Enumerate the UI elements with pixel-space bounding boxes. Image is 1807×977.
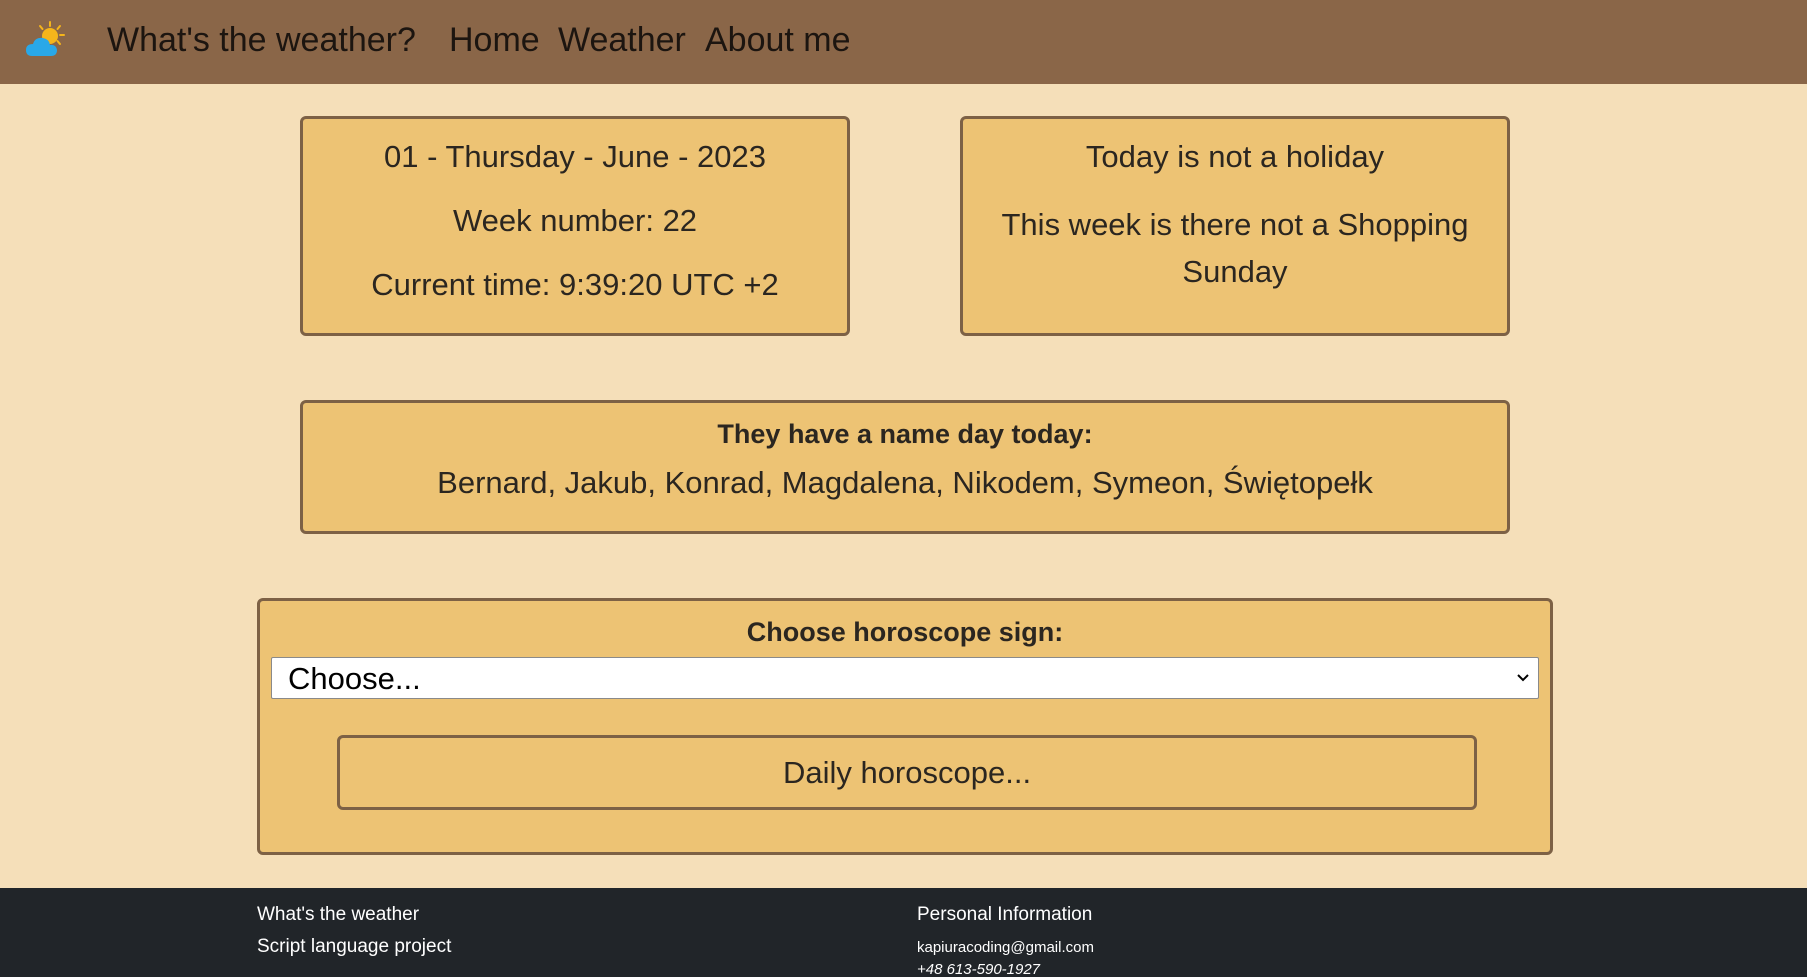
holiday-card: Today is not a holiday This week is ther… [960,116,1510,336]
name-day-title: They have a name day today: [717,419,1093,449]
sun-behind-cloud-icon[interactable] [24,20,70,60]
footer-email-link[interactable]: kapiuracoding@gmail.com [917,938,1094,958]
chevron-down-icon [1516,670,1530,684]
shopping-sunday-status: This week is there not a Shopping Sunday [1001,207,1469,289]
week-number: Week number: 22 [452,203,698,238]
date-card: 01 - Thursday - June - 2023 Week number:… [300,116,850,336]
brand-title[interactable]: What's the weather? [107,20,416,60]
footer: What's the weather Script language proje… [0,888,1807,977]
horoscope-select-value: Choose... [288,661,421,696]
horoscope-card: Choose horoscope sign: Choose... Daily h… [257,598,1553,855]
footer-project-info: What's the weather Script language proje… [257,902,451,960]
current-date: 01 - Thursday - June - 2023 [384,139,766,174]
horoscope-sign-select[interactable]: Choose... [271,657,1539,699]
footer-personal-title: Personal Information [917,904,1093,925]
holiday-status: Today is not a holiday [1085,139,1385,174]
daily-horoscope-button[interactable]: Daily horoscope... [337,735,1477,810]
nav-link-weather[interactable]: Weather [558,20,686,60]
footer-personal-info: Personal Information kapiuracoding@gmail… [917,902,1094,977]
nav-link-home[interactable]: Home [449,20,540,60]
current-time: Current time: 9:39:20 UTC +2 [371,267,779,302]
footer-phone: +48 613-590-1927 [917,961,1041,977]
horoscope-title: Choose horoscope sign: [746,617,1064,647]
nav-link-about-me[interactable]: About me [705,20,851,60]
footer-project-subtitle: Script language project [257,936,452,957]
navbar: What's the weather? Home Weather About m… [0,0,1807,84]
footer-project-title: What's the weather [257,904,420,925]
name-day-names: Bernard, Jakub, Konrad, Magdalena, Nikod… [437,465,1373,500]
name-day-card: They have a name day today: Bernard, Jak… [300,400,1510,534]
